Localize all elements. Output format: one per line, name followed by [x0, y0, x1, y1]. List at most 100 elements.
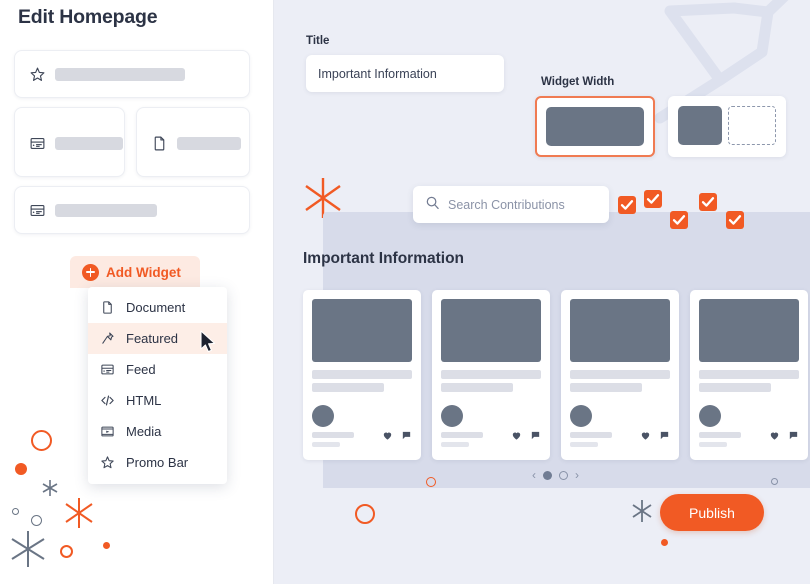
avatar — [699, 405, 721, 427]
widget-card-feed[interactable] — [14, 107, 125, 177]
post-image-placeholder — [699, 299, 799, 362]
post-card-1[interactable] — [303, 290, 421, 460]
checkbox-checked-icon[interactable] — [699, 193, 717, 211]
avatar — [312, 405, 334, 427]
checkbox-checked-icon[interactable] — [644, 190, 662, 208]
post-text-line — [699, 383, 771, 392]
deco-dot-orange-sm — [103, 542, 110, 549]
add-widget-button[interactable]: Add Widget — [70, 256, 200, 288]
post-meta-line — [312, 442, 340, 447]
widget-editor-panel: Title Widget Width Search Contributions — [274, 0, 810, 584]
deco-dot-orange — [15, 463, 27, 475]
deco-sparkle-slate-lg — [6, 527, 50, 576]
page-title: Edit Homepage — [18, 6, 158, 28]
menu-item-label: Promo Bar — [126, 455, 189, 470]
search-placeholder: Search Contributions — [448, 197, 565, 212]
carousel-prev-button[interactable]: ‹ — [532, 468, 536, 482]
media-icon — [100, 424, 115, 439]
widget-card-document[interactable] — [136, 107, 250, 177]
search-contributions-box[interactable]: Search Contributions — [413, 186, 609, 223]
placeholder-bar — [55, 137, 123, 150]
placeholder-bar — [55, 68, 185, 81]
width-preview-block — [678, 106, 722, 145]
comment-icon[interactable] — [659, 430, 670, 441]
deco-ring-orange-md — [355, 504, 375, 524]
heart-icon[interactable] — [382, 430, 393, 441]
placeholder-bar — [55, 204, 157, 217]
heart-icon[interactable] — [511, 430, 522, 441]
carousel-controls: ‹ › — [532, 468, 579, 482]
heart-icon[interactable] — [640, 430, 651, 441]
menu-item-media[interactable]: Media — [88, 416, 227, 447]
deco-ring-orange-sm — [60, 545, 73, 558]
preview-heading: Important Information — [303, 250, 465, 267]
add-widget-label: Add Widget — [106, 264, 181, 280]
carousel-next-button[interactable]: › — [575, 468, 579, 482]
menu-item-promo-bar[interactable]: Promo Bar — [88, 447, 227, 478]
carousel-dot[interactable] — [559, 470, 568, 480]
feed-icon — [100, 362, 115, 377]
widget-card-promo[interactable] — [14, 50, 250, 98]
title-input[interactable] — [306, 55, 504, 92]
carousel-dot-active[interactable] — [543, 470, 552, 480]
deco-ring-slate-sm — [31, 515, 42, 526]
post-text-line — [441, 383, 513, 392]
width-preview-placeholder — [728, 106, 776, 145]
menu-item-label: Media — [126, 424, 162, 439]
deco-ring-slate-xs — [12, 508, 19, 515]
menu-item-feed[interactable]: Feed — [88, 354, 227, 385]
post-image-placeholder — [441, 299, 541, 362]
avatar — [570, 405, 592, 427]
pin-icon — [100, 331, 115, 346]
placeholder-bar — [177, 137, 241, 150]
publish-button[interactable]: Publish — [660, 494, 764, 531]
post-author-line — [441, 432, 483, 438]
comment-icon[interactable] — [401, 430, 412, 441]
search-icon — [425, 195, 440, 215]
edit-homepage-screen: Edit Homepage Add Widget Document Featur… — [0, 0, 810, 584]
checkbox-checked-icon[interactable] — [670, 211, 688, 229]
post-meta-line — [570, 442, 598, 447]
menu-item-html[interactable]: HTML — [88, 385, 227, 416]
deco-dot-orange-xs — [661, 539, 668, 546]
heart-icon[interactable] — [769, 430, 780, 441]
widget-width-label: Widget Width — [541, 76, 615, 88]
code-icon — [100, 393, 115, 408]
width-option-full[interactable] — [535, 96, 655, 157]
post-card-4[interactable] — [690, 290, 808, 460]
width-preview-block — [546, 107, 644, 146]
checkbox-checked-icon[interactable] — [726, 211, 744, 229]
menu-item-label: Featured — [126, 331, 179, 346]
post-text-line — [312, 370, 412, 379]
menu-item-document[interactable]: Document — [88, 292, 227, 323]
post-text-line — [312, 383, 384, 392]
checkbox-checked-icon[interactable] — [618, 196, 636, 214]
menu-item-label: Document — [126, 300, 186, 315]
post-meta-line — [699, 442, 727, 447]
document-icon — [100, 300, 115, 315]
plus-circle-icon — [82, 263, 99, 281]
feed-icon — [29, 135, 46, 152]
widget-card-feed-2[interactable] — [14, 186, 250, 234]
title-field-label: Title — [306, 35, 330, 47]
menu-item-label: HTML — [126, 393, 162, 408]
document-icon — [151, 135, 168, 152]
width-option-half[interactable] — [668, 96, 786, 157]
post-card-2[interactable] — [432, 290, 550, 460]
post-author-line — [312, 432, 354, 438]
comment-icon[interactable] — [788, 430, 799, 441]
post-text-line — [570, 383, 642, 392]
post-card-3[interactable] — [561, 290, 679, 460]
feed-icon — [29, 202, 46, 219]
post-author-line — [699, 432, 741, 438]
comment-icon[interactable] — [530, 430, 541, 441]
post-text-line — [570, 370, 670, 379]
menu-item-featured[interactable]: Featured — [88, 323, 227, 354]
star-icon — [100, 455, 115, 470]
post-text-line — [699, 370, 799, 379]
post-image-placeholder — [312, 299, 412, 362]
post-text-line — [441, 370, 541, 379]
star-icon — [29, 66, 46, 83]
post-cards-row — [303, 290, 808, 460]
deco-ring-orange-lg — [31, 430, 52, 451]
